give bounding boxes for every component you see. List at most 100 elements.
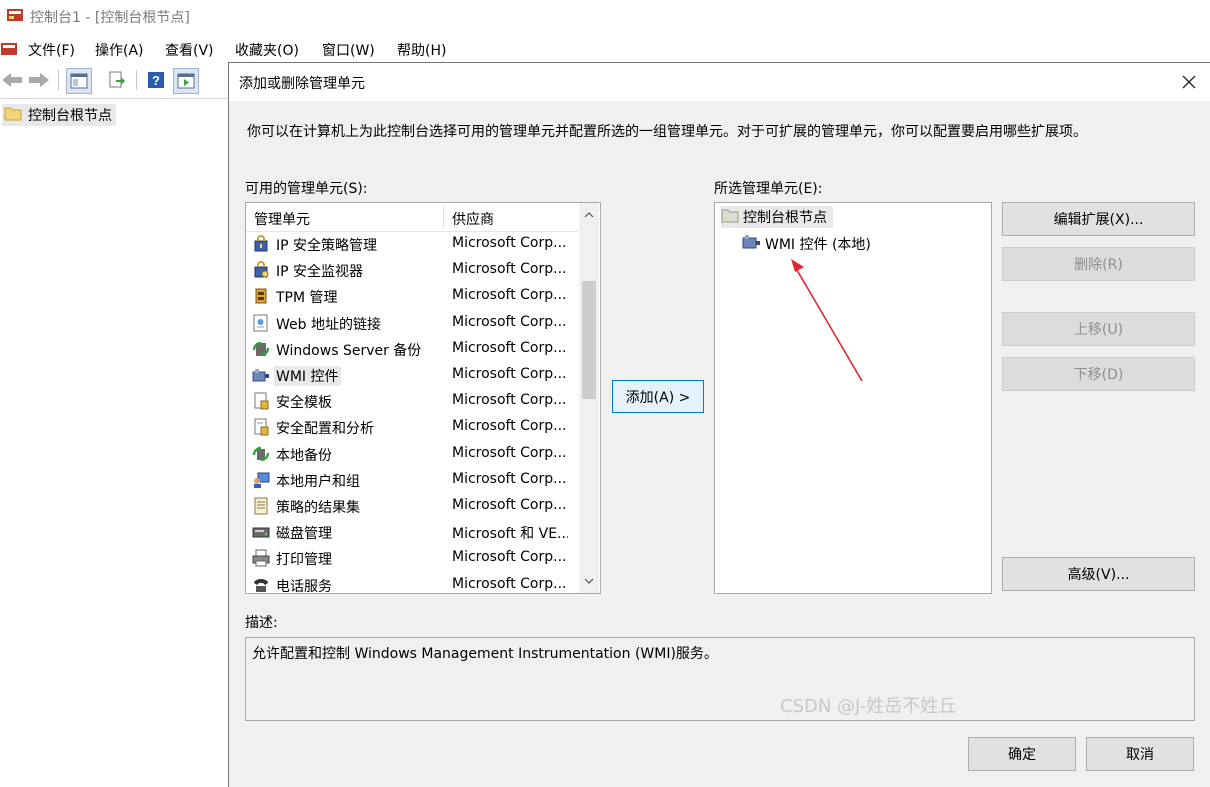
snapin-row[interactable]: Windows Server 备份 Microsoft Corp... [246, 336, 578, 362]
list-scrollbar[interactable] [579, 203, 599, 593]
cancel-button[interactable]: 取消 [1086, 737, 1194, 771]
snapin-vendor: Microsoft Corp... [452, 366, 567, 382]
watermark-text: CSDN @J-姓岳不姓丘 [780, 696, 957, 717]
snapin-row[interactable]: 打印管理 Microsoft Corp... [246, 545, 578, 571]
snapin-name: 本地备份 [276, 447, 332, 464]
print-management-icon [252, 549, 270, 567]
window-title: 控制台1 - [控制台根节点] [30, 10, 190, 26]
snapin-row[interactable]: IP 安全策略管理 Microsoft Corp... [246, 231, 578, 257]
available-snapins-list[interactable]: 管理单元 供应商 IP 安全策略管理 Microsoft Corp... IP 安全… [245, 202, 601, 594]
show-console-tree-icon[interactable] [66, 68, 92, 94]
description-box: 允许配置和控制 Windows Management Instrumentati… [245, 637, 1195, 721]
selected-item-label: WMI 控件 (本地) [765, 237, 871, 253]
menu-help[interactable]: 帮助(H) [397, 40, 446, 60]
available-snapins-label: 可用的管理单元(S): [245, 181, 368, 197]
snapin-row[interactable]: 本地备份 Microsoft Corp... [246, 441, 578, 467]
tree-item-console-root[interactable]: 控制台根节点 [2, 104, 116, 126]
toolbar: ? [0, 64, 230, 96]
snapin-vendor: Microsoft Corp... [452, 444, 567, 461]
dialog-titlebar: 添加或删除管理单元 [229, 63, 1210, 101]
rsop-icon [252, 497, 270, 515]
scroll-up-icon[interactable] [579, 203, 599, 227]
mmc-app-icon [6, 6, 24, 24]
selected-item-console-root[interactable]: 控制台根节点 [721, 206, 833, 228]
users-groups-icon [252, 471, 270, 489]
close-icon[interactable] [1171, 67, 1207, 97]
console-menu-icon[interactable] [0, 40, 18, 58]
snapin-vendor: Microsoft Corp... [452, 549, 567, 566]
forward-arrow-icon[interactable] [27, 68, 51, 92]
ip-security-policy-icon [252, 235, 270, 253]
tree-item-label: 控制台根节点 [28, 108, 112, 124]
list-header: 管理单元 供应商 [246, 203, 578, 232]
snapin-vendor: Microsoft Corp... [452, 575, 567, 592]
snapin-row[interactable]: 安全配置和分析 Microsoft Corp... [246, 414, 578, 440]
show-action-pane-icon[interactable] [173, 68, 199, 94]
menu-file[interactable]: 文件(F) [28, 40, 75, 60]
snapin-row[interactable]: WMI 控件 Microsoft Corp... [246, 362, 578, 388]
web-link-icon [252, 314, 270, 332]
menu-bar: 文件(F) 操作(A) 查看(V) 收藏夹(O) 窗口(W) 帮助(H) [0, 36, 1210, 62]
snapin-name: WMI 控件 [274, 366, 341, 386]
snapin-row[interactable]: TPM 管理 Microsoft Corp... [246, 283, 578, 309]
snapin-row[interactable]: Web 地址的链接 Microsoft Corp... [246, 310, 578, 336]
window-titlebar: 控制台1 - [控制台根节点] [0, 0, 1210, 32]
column-header-snapin[interactable]: 管理单元 [254, 209, 310, 229]
dialog-title: 添加或删除管理单元 [239, 76, 365, 92]
snapin-vendor: Microsoft Corp... [452, 339, 567, 356]
disk-management-icon [252, 523, 270, 541]
snapin-name: 安全模板 [276, 395, 332, 412]
security-config-icon [252, 418, 270, 436]
move-down-button[interactable]: 下移(D) [1002, 357, 1195, 391]
edit-extensions-button[interactable]: 编辑扩展(X)... [1002, 202, 1195, 236]
column-header-vendor[interactable]: 供应商 [452, 209, 494, 229]
snapin-row[interactable]: 电话服务 Microsoft Corp... [246, 572, 578, 594]
wmi-icon [252, 366, 270, 384]
advanced-button[interactable]: 高级(V)... [1002, 557, 1195, 591]
snapin-name: 打印管理 [276, 552, 332, 569]
snapin-name: 电话服务 [276, 578, 332, 594]
snapin-name: Windows Server 备份 [276, 342, 422, 359]
snapin-name: 策略的结果集 [276, 500, 360, 516]
folder-icon [721, 208, 739, 227]
help-icon[interactable]: ? [144, 68, 168, 92]
snapin-row[interactable]: IP 安全监视器 Microsoft Corp... [246, 257, 578, 283]
menu-window[interactable]: 窗口(W) [322, 40, 375, 60]
snapin-vendor: Microsoft Corp... [452, 235, 567, 251]
snapin-vendor: Microsoft Corp... [452, 261, 567, 278]
snapin-name: 磁盘管理 [276, 526, 332, 543]
back-arrow-icon[interactable] [0, 68, 24, 92]
dialog-intro-text: 你可以在计算机上为此控制台选择可用的管理单元并配置所选的一组管理单元。对于可扩展… [247, 124, 1087, 140]
menu-favorites[interactable]: 收藏夹(O) [235, 40, 299, 60]
menu-view[interactable]: 查看(V) [165, 40, 214, 60]
wmi-control-icon [741, 233, 761, 255]
ok-button[interactable]: 确定 [968, 737, 1076, 771]
export-list-icon[interactable] [105, 68, 129, 92]
selected-snapins-label: 所选管理单元(E): [714, 181, 823, 197]
snapin-row[interactable]: 本地用户和组 Microsoft Corp... [246, 467, 578, 493]
snapin-vendor: Microsoft Corp... [452, 392, 567, 409]
column-divider[interactable] [443, 205, 444, 229]
snapin-name: IP 安全策略管理 [276, 238, 378, 254]
selected-item-wmi[interactable]: WMI 控件 (本地) [741, 233, 871, 255]
toolbar-separator [58, 70, 59, 90]
menu-action[interactable]: 操作(A) [95, 40, 144, 60]
snapin-name: TPM 管理 [276, 290, 338, 307]
snapin-vendor: Microsoft 和 VE... [452, 526, 568, 543]
snapin-row[interactable]: 磁盘管理 Microsoft 和 VE... [246, 519, 578, 545]
snapin-vendor: Microsoft Corp... [452, 313, 567, 330]
snapin-name: IP 安全监视器 [276, 264, 364, 281]
folder-icon [4, 106, 22, 125]
snapin-name: 安全配置和分析 [276, 421, 374, 438]
scroll-down-icon[interactable] [579, 569, 599, 593]
scrollbar-thumb[interactable] [582, 281, 596, 399]
snapin-row[interactable]: 安全模板 Microsoft Corp... [246, 388, 578, 414]
add-remove-snapins-dialog: 添加或删除管理单元 你可以在计算机上为此控制台选择可用的管理单元并配置所选的一组… [228, 62, 1210, 787]
tpm-icon [252, 287, 270, 305]
snapin-row[interactable]: 策略的结果集 Microsoft Corp... [246, 493, 578, 519]
svg-text:?: ? [152, 73, 160, 88]
snapin-vendor: Microsoft Corp... [452, 497, 567, 513]
add-button[interactable]: 添加(A) > [612, 380, 704, 413]
move-up-button[interactable]: 上移(U) [1002, 312, 1195, 346]
remove-button[interactable]: 删除(R) [1002, 247, 1195, 281]
